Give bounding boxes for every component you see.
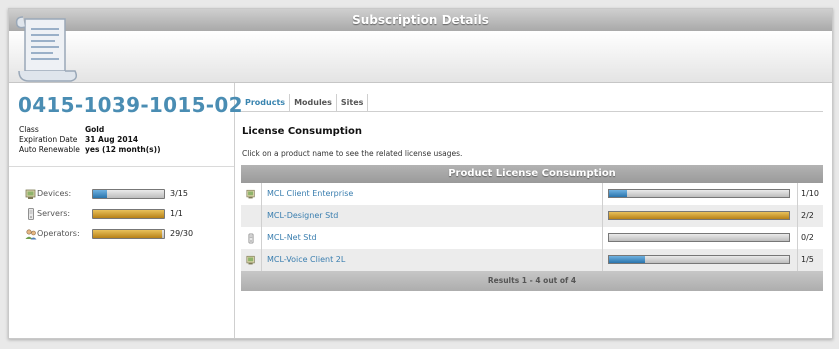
license-progress-bar [608, 189, 790, 198]
stat-count: 3/15 [170, 189, 188, 198]
info-value: yes (12 month(s)) [85, 145, 161, 154]
info-row-expiration: Expiration Date 31 Aug 2014 [19, 135, 161, 145]
subscription-info: Class Gold Expiration Date 31 Aug 2014 Aut… [19, 125, 161, 155]
product-name-link[interactable]: MCL-Designer Std [267, 211, 338, 220]
license-count: 1/10 [801, 189, 819, 198]
progress-fill [93, 230, 162, 238]
tab-bar: Products Modules Sites [241, 94, 823, 112]
license-progress-bar [608, 255, 790, 264]
server-icon [246, 233, 256, 246]
details-area: Products Modules Sites License Consumpti… [235, 83, 832, 338]
scroll-document-icon [15, 16, 78, 82]
table-row: MCL-Designer Std 2/2 [241, 205, 823, 227]
operators-progress-bar [92, 229, 165, 239]
info-value: 31 Aug 2014 [85, 135, 139, 144]
license-count: 1/5 [801, 255, 814, 264]
servers-progress-bar [92, 209, 165, 219]
window-title: Subscription Details [9, 9, 832, 31]
divider [9, 166, 234, 167]
progress-fill [93, 190, 108, 198]
row-icon-cell [241, 205, 262, 227]
stat-label: Servers: [37, 209, 71, 218]
stat-label: Devices: [37, 189, 72, 198]
stat-label: Operators: [37, 229, 80, 238]
server-icon [28, 208, 34, 220]
progress-fill [609, 256, 645, 263]
license-progress-bar [608, 211, 790, 220]
product-name-link[interactable]: MCL-Net Std [267, 233, 317, 242]
info-key: Auto Renewable [19, 145, 80, 154]
info-row-class: Class Gold [19, 125, 161, 135]
subscription-summary: 0415-1039-1015-02 Class Gold Expiration D… [9, 83, 243, 338]
license-progress-bar [608, 233, 790, 242]
product-name-link[interactable]: MCL Client Enterprise [267, 189, 353, 198]
product-name-link[interactable]: MCL-Voice Client 2L [267, 255, 345, 264]
table-row: MCL Client Enterprise 1/10 [241, 183, 823, 205]
progress-fill [609, 212, 789, 219]
banner [9, 16, 832, 83]
stat-count: 1/1 [170, 209, 183, 218]
info-key: Expiration Date [19, 135, 78, 144]
row-icon-cell [241, 249, 262, 271]
tab-modules[interactable]: Modules [290, 94, 337, 111]
device-icon [246, 255, 256, 267]
tab-products[interactable]: Products [241, 94, 291, 111]
info-key: Class [19, 125, 39, 134]
tab-sites[interactable]: Sites [337, 94, 369, 111]
device-icon [246, 189, 256, 201]
subscription-id: 0415-1039-1015-02 [18, 93, 243, 117]
devices-progress-bar [92, 189, 165, 199]
table-header: Product License Consumption [241, 165, 823, 183]
row-bar-cell [602, 205, 798, 227]
section-hint: Click on a product name to see the relat… [242, 149, 463, 158]
table-footer: Results 1 - 4 out of 4 [241, 271, 823, 291]
row-icon-cell [241, 227, 262, 249]
product-license-table: Product License Consumption MCL Client E… [241, 165, 823, 291]
row-bar-cell [602, 249, 798, 271]
row-icon-cell [241, 183, 262, 205]
stat-count: 29/30 [170, 229, 194, 238]
info-value: Gold [85, 125, 105, 134]
row-bar-cell [602, 183, 798, 205]
subscription-details-window: Subscription Details 0415-1039-1015-02 C… [8, 8, 833, 339]
row-bar-cell [602, 227, 798, 249]
license-count: 0/2 [801, 233, 814, 242]
table-row: MCL-Net Std 0/2 [241, 227, 823, 249]
devices-icon [25, 189, 36, 199]
progress-fill [609, 190, 627, 197]
info-row-auto-renewable: Auto Renewable yes (12 month(s)) [19, 145, 161, 155]
section-title: License Consumption [242, 126, 363, 137]
progress-fill [93, 210, 164, 218]
operators-icon [25, 229, 37, 240]
table-row: MCL-Voice Client 2L 1/5 [241, 249, 823, 271]
license-count: 2/2 [801, 211, 814, 220]
